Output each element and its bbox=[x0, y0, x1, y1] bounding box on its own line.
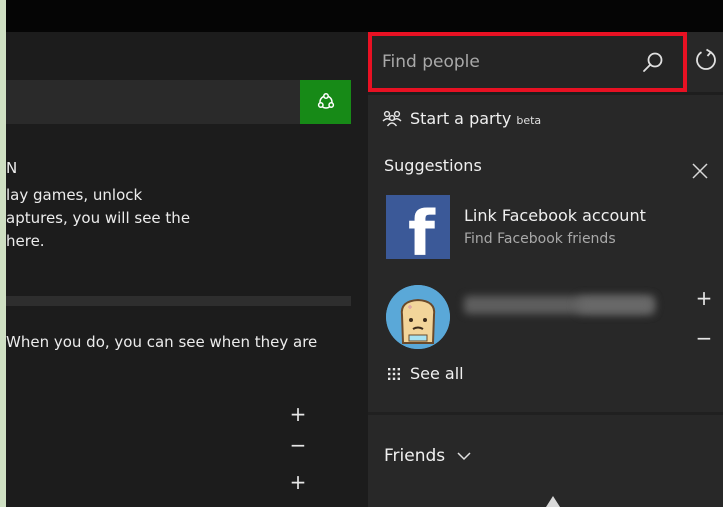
grid-icon bbox=[388, 367, 400, 380]
suggestions-title: Suggestions bbox=[384, 156, 482, 175]
friends-dropdown[interactable]: Friends bbox=[384, 446, 471, 466]
section-divider bbox=[6, 296, 351, 306]
scroll-up-icon[interactable] bbox=[546, 496, 560, 507]
xbox-app-window: N lay games, unlock aptures, you will se… bbox=[6, 0, 723, 507]
plus-icon[interactable]: + bbox=[288, 472, 308, 492]
left-text-line-3: here. bbox=[6, 232, 45, 250]
lfg-button[interactable] bbox=[300, 80, 351, 124]
search-icon[interactable] bbox=[640, 50, 666, 76]
left-text-line-4: When you do, you can see when they are bbox=[6, 333, 318, 351]
minus-icon[interactable]: − bbox=[288, 435, 308, 455]
see-all-button[interactable]: See all bbox=[388, 364, 464, 383]
facebook-logo[interactable]: f bbox=[386, 195, 450, 259]
avatar[interactable] bbox=[386, 285, 450, 349]
plus-icon[interactable]: + bbox=[694, 288, 714, 308]
close-icon[interactable] bbox=[691, 162, 709, 180]
minus-icon[interactable]: − bbox=[694, 328, 714, 348]
find-people-search[interactable] bbox=[368, 32, 687, 92]
facebook-logo-letter: f bbox=[408, 197, 435, 260]
find-people-input[interactable] bbox=[382, 48, 632, 76]
party-icon bbox=[382, 110, 402, 127]
chevron-down-icon bbox=[457, 452, 471, 461]
left-text-line-2: aptures, you will see the bbox=[6, 209, 191, 227]
title-bar bbox=[6, 0, 723, 32]
plus-icon[interactable]: + bbox=[288, 404, 308, 424]
refresh-icon[interactable] bbox=[694, 48, 718, 72]
friends-label: Friends bbox=[384, 446, 446, 466]
people-panel: Start a party beta Suggestions f Link Fa… bbox=[368, 32, 723, 507]
start-party-button[interactable]: Start a party beta bbox=[382, 106, 541, 130]
link-facebook-subtitle: Find Facebook friends bbox=[464, 231, 616, 247]
start-party-label: Start a party bbox=[410, 108, 512, 128]
main-content: N lay games, unlock aptures, you will se… bbox=[6, 32, 368, 507]
left-text-line-1: lay games, unlock bbox=[6, 186, 143, 204]
see-all-label: See all bbox=[410, 364, 464, 383]
blurred-gamertag-detail bbox=[578, 298, 653, 312]
left-heading: N bbox=[6, 159, 18, 177]
beta-badge: beta bbox=[516, 113, 542, 127]
panel-divider bbox=[368, 412, 723, 415]
link-facebook-title[interactable]: Link Facebook account bbox=[464, 206, 646, 225]
minus-icon[interactable]: − bbox=[288, 502, 308, 507]
toast-avatar-icon bbox=[386, 285, 450, 349]
panel-divider bbox=[368, 92, 723, 95]
activity-bar[interactable] bbox=[6, 80, 300, 124]
lfg-icon bbox=[317, 93, 334, 109]
